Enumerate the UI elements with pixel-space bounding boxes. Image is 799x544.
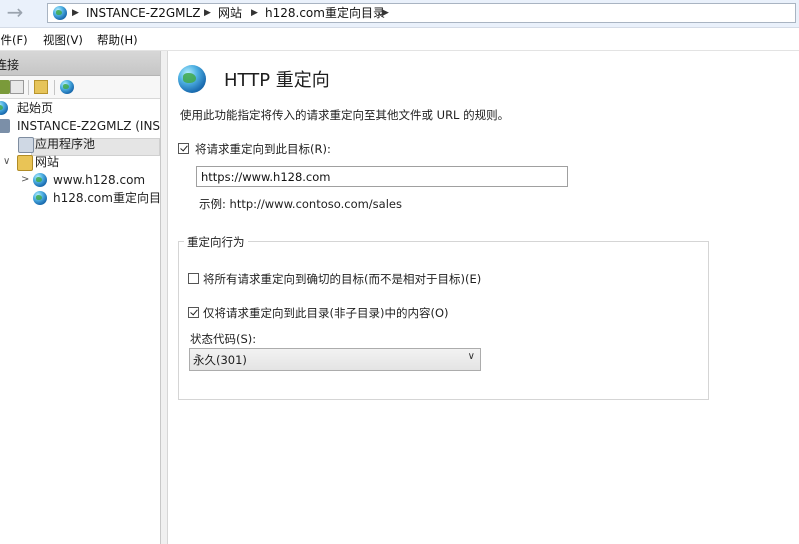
- up-folder-icon[interactable]: [34, 80, 48, 94]
- exact-destination-label: 将所有请求重定向到确切的目标(而不是相对于目标)(E): [203, 272, 482, 286]
- breadcrumb-sites[interactable]: 网站: [218, 5, 242, 21]
- tree-item-sites[interactable]: ∨ 网站: [0, 153, 160, 171]
- chevron-down-icon: ∨: [467, 351, 475, 362]
- connections-header: 连接: [0, 51, 160, 76]
- tree-item-app-pools[interactable]: 应用程序池: [0, 135, 160, 153]
- expand-chevron-icon[interactable]: >: [21, 171, 29, 189]
- tree-label: 起始页: [17, 101, 54, 115]
- exact-destination-checkbox[interactable]: [188, 273, 199, 284]
- tree-item-start-page[interactable]: 起始页: [0, 99, 160, 117]
- redirect-behavior-legend: 重定向行为: [184, 234, 248, 250]
- page-title: HTTP 重定向: [224, 70, 330, 91]
- feature-description: 使用此功能指定将传入的请求重定向至其他文件或 URL 的规则。: [180, 108, 510, 122]
- tree-label: INSTANCE-Z2GMLZ (INSTANCE-Z2GMLZ\Adminis…: [17, 119, 160, 133]
- menu-bar: 文件(F) 视图(V) 帮助(H): [0, 28, 799, 51]
- connections-pane: 连接 起始页 INSTANCE-Z2GMLZ (INSTANCE-Z2GMLZ\…: [0, 51, 161, 544]
- collapse-chevron-icon[interactable]: ∨: [3, 153, 10, 171]
- back-arrow-icon: →: [6, 0, 24, 24]
- server-icon: [0, 119, 10, 133]
- http-redirect-globe-icon: [178, 65, 206, 93]
- address-bar[interactable]: ▶ INSTANCE-Z2GMLZ ▶ 网站 ▶ h128.com重定向目录 ▶: [47, 3, 796, 23]
- connect-icon[interactable]: [0, 80, 10, 94]
- address-bar-strip: → ▶ INSTANCE-Z2GMLZ ▶ 网站 ▶ h128.com重定向目录…: [0, 0, 799, 28]
- back-button[interactable]: →: [0, 1, 30, 25]
- example-text: 示例: http://www.contoso.com/sales: [199, 197, 402, 211]
- menu-view[interactable]: 视图(V): [43, 32, 83, 48]
- sites-folder-icon: [17, 155, 33, 171]
- redirect-destination-input[interactable]: [196, 166, 568, 187]
- status-code-label: 状态代码(S):: [190, 332, 257, 346]
- only-this-directory-checkbox[interactable]: [188, 307, 199, 318]
- tree-label: 应用程序池: [35, 137, 96, 151]
- tree-label: h128.com重定向目录: [53, 191, 160, 205]
- breadcrumb-arrow-icon[interactable]: ▶: [382, 5, 389, 21]
- breadcrumb-arrow-icon[interactable]: ▶: [251, 5, 258, 21]
- disconnect-icon[interactable]: [60, 80, 74, 94]
- save-icon[interactable]: [10, 80, 24, 94]
- status-code-value: 永久(301): [193, 353, 247, 367]
- menu-file[interactable]: 文件(F): [0, 32, 28, 48]
- tree-label: 网站: [35, 155, 60, 169]
- breadcrumb-server[interactable]: INSTANCE-Z2GMLZ: [86, 5, 200, 21]
- redirect-behavior-group: 重定向行为 将所有请求重定向到确切的目标(而不是相对于目标)(E) 仅将请求重定…: [178, 234, 709, 400]
- tree-label: www.h128.com: [53, 173, 146, 187]
- connections-title: 连接: [0, 58, 20, 72]
- breadcrumb-arrow-icon[interactable]: ▶: [72, 5, 79, 21]
- redirect-checkbox-label: 将请求重定向到此目标(R):: [195, 142, 331, 156]
- breadcrumb-directory[interactable]: h128.com重定向目录: [265, 5, 385, 21]
- directory-globe-icon: [33, 191, 47, 205]
- app-pool-icon: [18, 137, 34, 153]
- pane-splitter[interactable]: [161, 51, 168, 544]
- status-code-select[interactable]: 永久(301) ∨: [189, 348, 481, 371]
- tree-item-site[interactable]: > www.h128.com: [0, 171, 160, 189]
- only-this-directory-label: 仅将请求重定向到此目录(非子目录)中的内容(O): [203, 306, 449, 320]
- connections-toolbar: [0, 76, 160, 99]
- tree-item-redirect-directory[interactable]: h128.com重定向目录: [0, 189, 160, 207]
- feature-page: HTTP 重定向 使用此功能指定将传入的请求重定向至其他文件或 URL 的规则。…: [168, 51, 799, 544]
- website-globe-icon: [33, 173, 47, 187]
- redirect-checkbox[interactable]: [178, 143, 189, 154]
- tree-item-server[interactable]: INSTANCE-Z2GMLZ (INSTANCE-Z2GMLZ\Adminis…: [0, 117, 160, 135]
- globe-icon: [53, 6, 67, 20]
- start-page-icon: [0, 101, 8, 115]
- breadcrumb-arrow-icon[interactable]: ▶: [204, 5, 211, 21]
- menu-help[interactable]: 帮助(H): [97, 32, 138, 48]
